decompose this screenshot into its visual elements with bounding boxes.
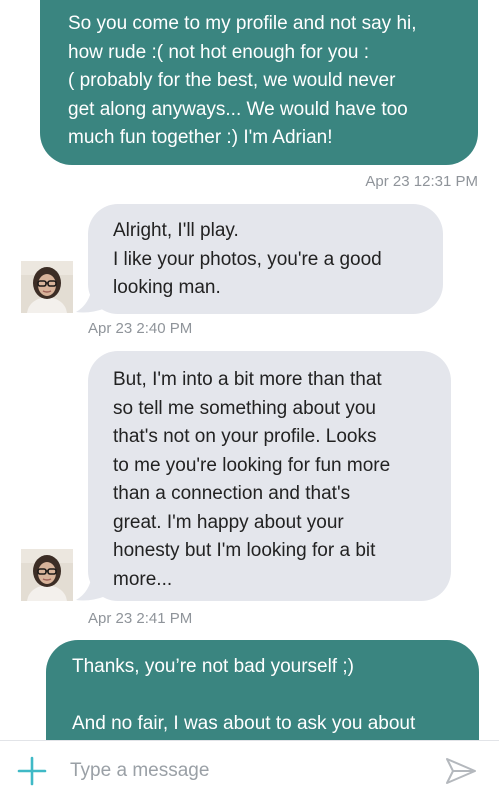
message-input[interactable] [70, 753, 420, 789]
outgoing-message-bubble[interactable]: Thanks, you’re not bad yourself ;) And n… [46, 640, 479, 740]
user-avatar-image [21, 261, 73, 313]
plus-icon[interactable] [16, 755, 48, 787]
incoming-message-bubble[interactable]: But, I'm into a bit more than that so te… [88, 351, 451, 601]
message-composer [0, 740, 499, 800]
incoming-message-bubble[interactable]: Alright, I'll play. I like your photos, … [88, 204, 443, 314]
message-timestamp: Apr 23 2:41 PM [88, 610, 193, 627]
avatar[interactable] [21, 261, 73, 313]
avatar[interactable] [21, 549, 73, 601]
message-timestamp: Apr 23 2:40 PM [88, 320, 193, 337]
message-thread[interactable]: So you come to my profile and not say hi… [0, 0, 499, 740]
paper-plane-icon[interactable] [444, 755, 478, 787]
user-avatar-image [21, 549, 73, 601]
message-timestamp: Apr 23 12:31 PM [365, 173, 478, 190]
outgoing-message-bubble[interactable]: So you come to my profile and not say hi… [40, 0, 478, 165]
